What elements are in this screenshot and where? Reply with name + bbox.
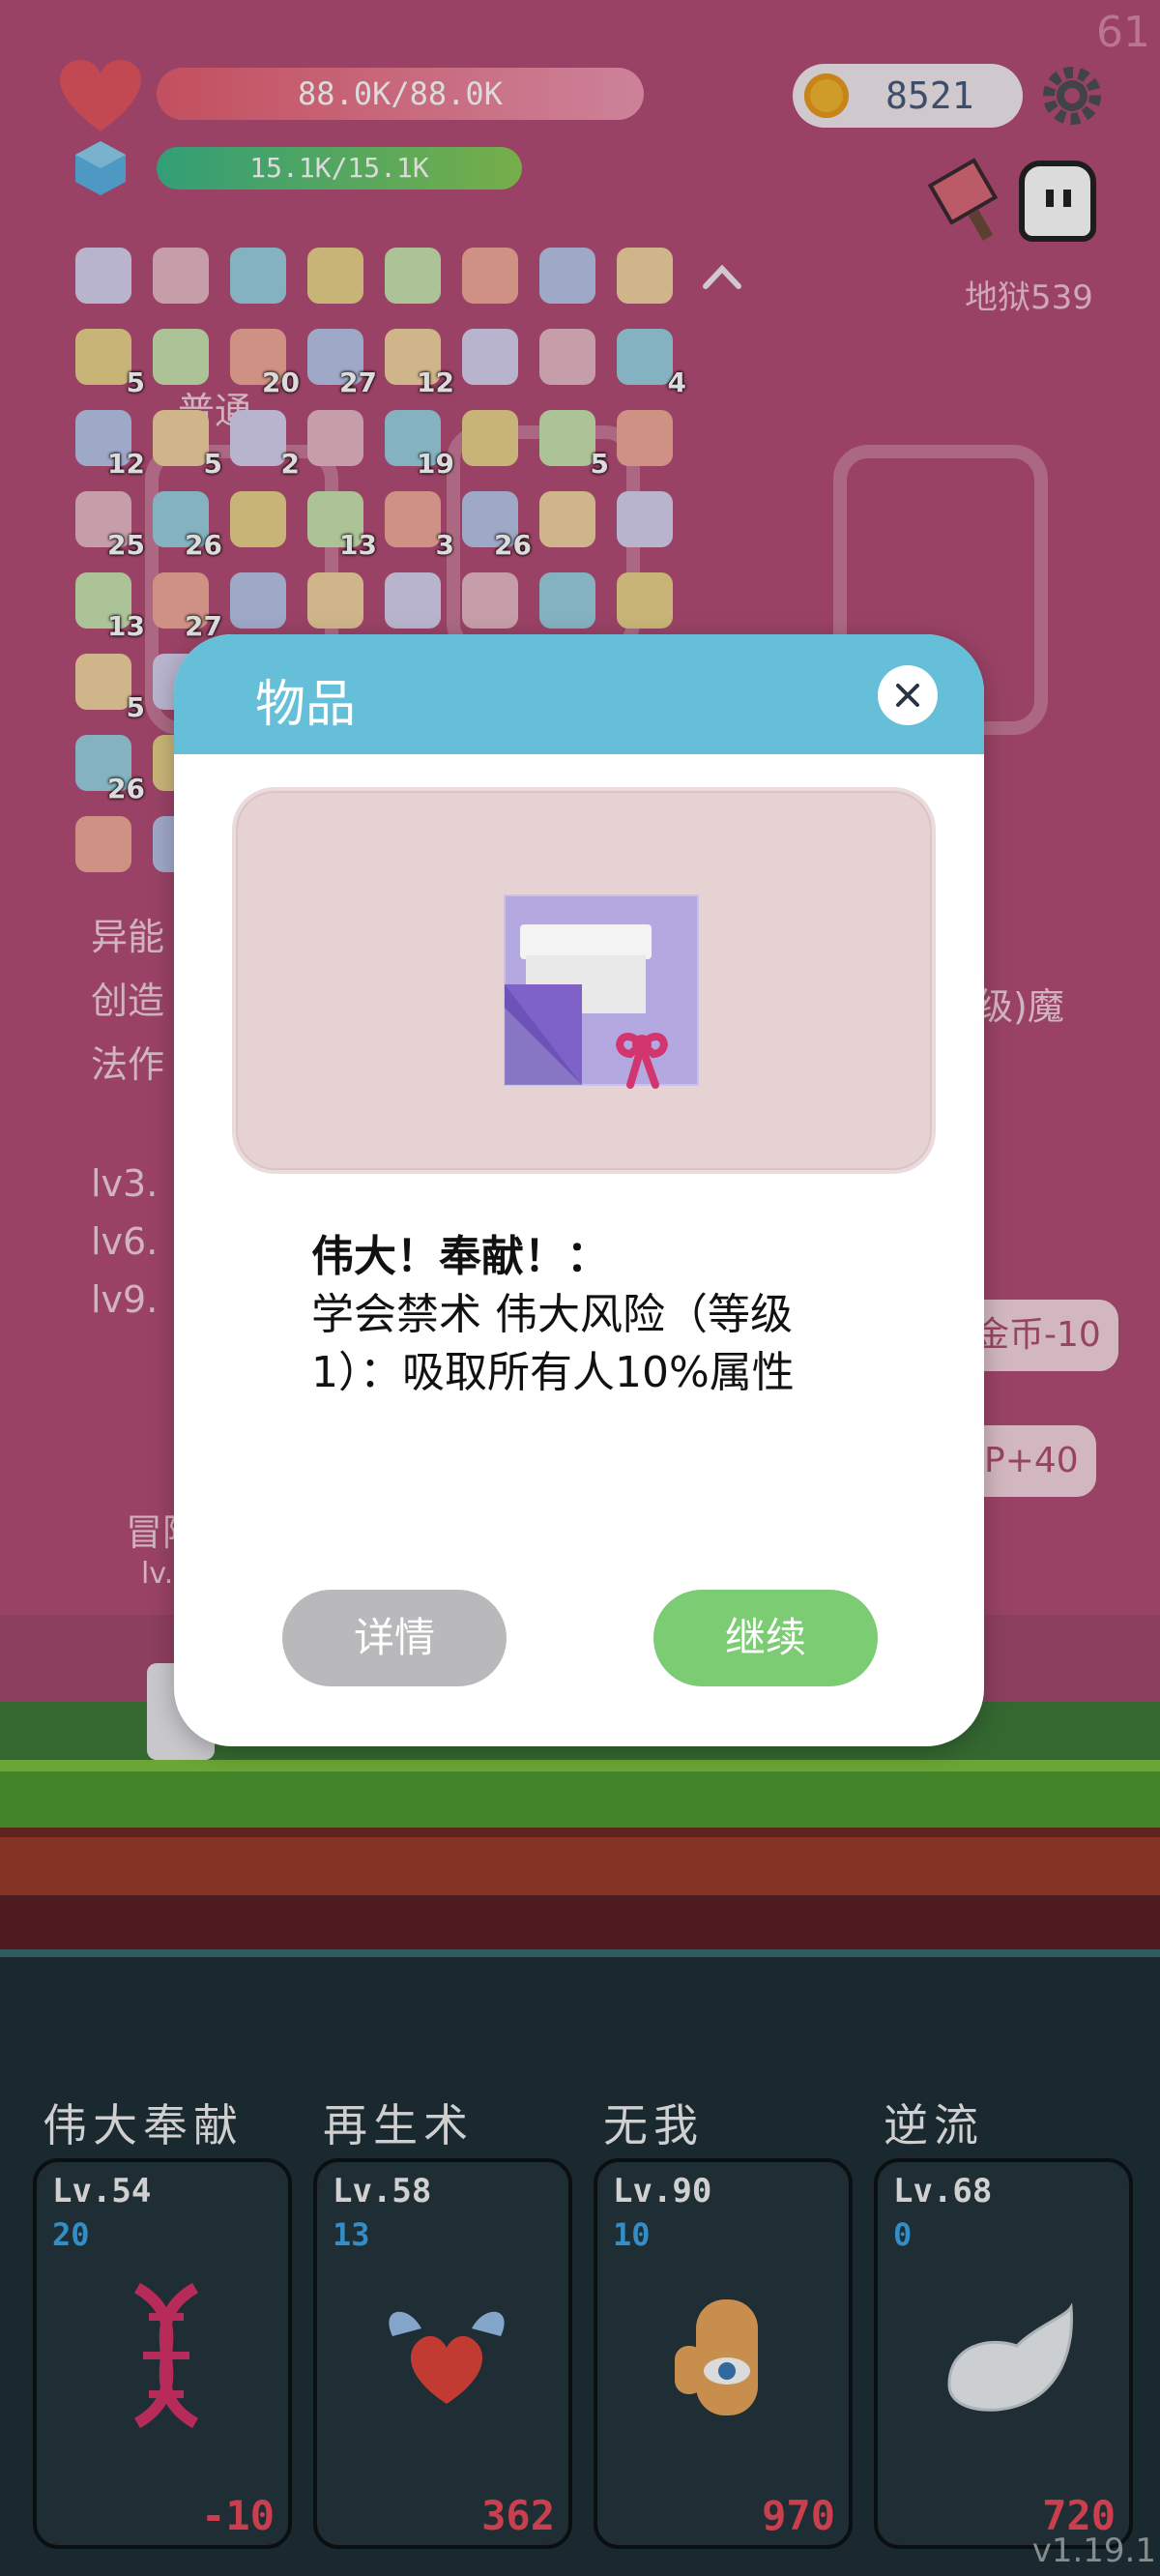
detail-button[interactable]: 详情 bbox=[282, 1590, 507, 1686]
dialog-title: 物品 bbox=[255, 676, 357, 734]
item-description: 伟大！奉献！： 学会禁术 伟大风险（等级1）：吸取所有人10%属性 bbox=[311, 1228, 872, 1402]
item-name: 伟大！奉献！： bbox=[311, 1232, 609, 1281]
item-effect: 学会禁术 伟大风险（等级1）：吸取所有人10%属性 bbox=[311, 1290, 795, 1397]
continue-button[interactable]: 继续 bbox=[653, 1590, 878, 1686]
gift-scroll-icon bbox=[504, 894, 699, 1089]
close-button[interactable] bbox=[878, 665, 938, 725]
item-dialog: 物品 伟大！奉献！： 学会禁术 伟大风险（等级1）：吸取所有人10%属性 详情 … bbox=[174, 634, 984, 1746]
item-preview bbox=[232, 787, 936, 1174]
close-icon bbox=[896, 684, 919, 707]
dialog-header: 物品 bbox=[174, 634, 984, 754]
